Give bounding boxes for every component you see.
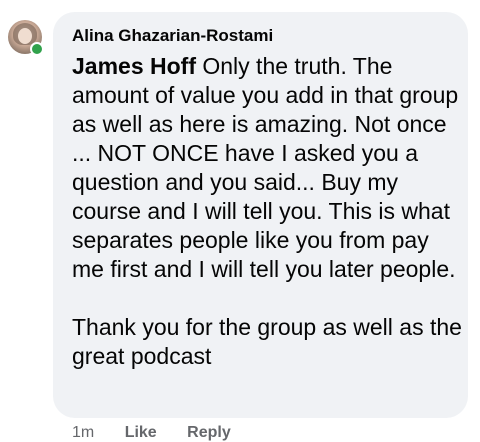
avatar-face	[18, 28, 32, 44]
reply-button[interactable]: Reply	[187, 424, 231, 441]
comment-paragraph: Thank you for the group as well as the g…	[72, 314, 462, 369]
like-button[interactable]: Like	[125, 424, 157, 441]
comment-timestamp[interactable]: 1m	[72, 424, 94, 441]
comment-text: Only the truth. The amount of value you …	[72, 53, 459, 282]
comment-paragraph: James Hoff Only the truth. The amount of…	[72, 52, 467, 284]
comment-bubble: Alina Ghazarian-Rostami James Hoff Only …	[53, 12, 468, 418]
comment-body: James Hoff Only the truth. The amount of…	[72, 52, 467, 371]
mention-link[interactable]: James Hoff	[72, 53, 196, 79]
online-status-icon	[30, 42, 44, 56]
comment-actions: 1m Like Reply	[72, 424, 257, 442]
comment-author[interactable]: Alina Ghazarian-Rostami	[72, 26, 273, 46]
avatar[interactable]	[8, 20, 44, 56]
